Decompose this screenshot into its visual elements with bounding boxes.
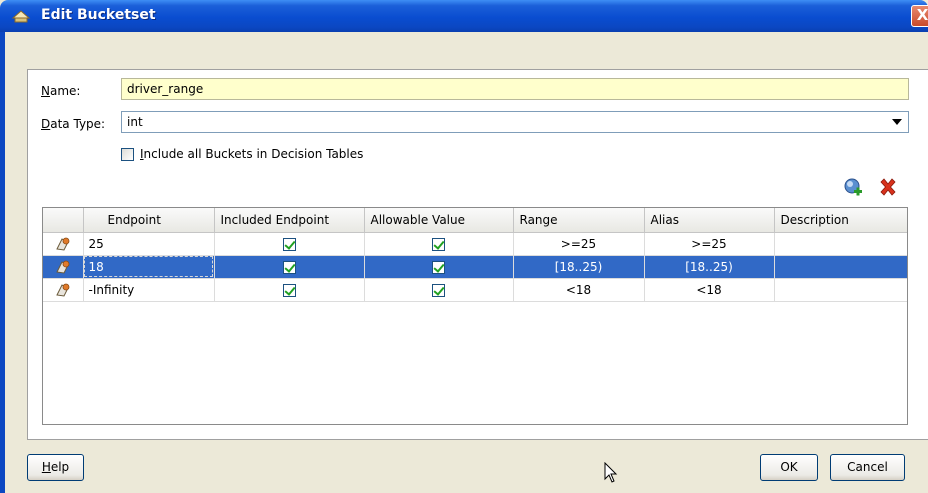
description-cell[interactable] — [774, 278, 907, 302]
include-buckets-label: Include all Buckets in Decision Tables — [140, 147, 364, 161]
included-endpoint-cell[interactable] — [214, 232, 365, 256]
range-cell[interactable]: <18 — [513, 278, 645, 302]
allowable-value-checkbox[interactable] — [432, 260, 445, 274]
table-header-row: Endpoint Included Endpoint Allowable Val… — [43, 208, 907, 233]
include-buckets-checkbox[interactable] — [121, 147, 134, 161]
included-endpoint-checkbox[interactable] — [282, 260, 296, 274]
bucket-row-icon — [55, 260, 70, 274]
allowable-value-cell[interactable] — [364, 232, 514, 256]
bucket-row-icon — [55, 283, 70, 297]
allowable-value-cell[interactable] — [364, 278, 514, 302]
data-type-select[interactable]: int — [121, 111, 909, 133]
ok-button[interactable]: OK — [760, 454, 818, 481]
column-header-allowable-value[interactable]: Allowable Value — [364, 208, 514, 233]
column-header-range[interactable]: Range — [513, 208, 645, 233]
allowable-value-checkbox[interactable] — [432, 283, 445, 297]
table-row[interactable]: 25 >=25 >=25 — [43, 232, 907, 256]
description-cell[interactable] — [774, 232, 907, 256]
help-button[interactable]: Help — [27, 454, 84, 481]
alias-cell[interactable]: <18 — [644, 278, 775, 302]
name-label: Name: — [41, 84, 80, 98]
endpoint-cell[interactable]: 25 — [83, 232, 215, 256]
cancel-button[interactable]: Cancel — [830, 454, 905, 481]
row-icon-header — [43, 208, 84, 233]
delete-bucket-icon[interactable] — [878, 177, 898, 197]
bucket-row-icon — [55, 237, 70, 251]
included-endpoint-checkbox[interactable] — [282, 283, 296, 297]
include-buckets-option[interactable]: Include all Buckets in Decision Tables — [121, 147, 363, 161]
name-label-text: Name: — [41, 84, 81, 98]
chevron-down-icon[interactable] — [892, 119, 902, 125]
table-row[interactable]: -Infinity <18 <18 — [43, 278, 907, 302]
range-cell[interactable]: >=25 — [513, 232, 645, 256]
alias-cell[interactable]: [18..25) — [644, 255, 775, 279]
allowable-value-checkbox[interactable] — [432, 237, 445, 251]
row-handle[interactable] — [43, 255, 84, 279]
alias-cell[interactable]: >=25 — [644, 232, 775, 256]
included-endpoint-checkbox[interactable] — [282, 237, 296, 251]
allowable-value-cell[interactable] — [364, 255, 514, 279]
description-cell[interactable] — [774, 255, 907, 279]
dialog-title: Edit Bucketset — [41, 7, 156, 23]
window-frame — [0, 32, 5, 493]
mouse-cursor-icon — [604, 462, 618, 483]
row-handle[interactable] — [43, 278, 84, 302]
data-type-value: int — [127, 115, 143, 129]
column-header-description[interactable]: Description — [774, 208, 907, 233]
close-button[interactable]: X — [911, 5, 928, 27]
column-header-included-endpoint[interactable]: Included Endpoint — [214, 208, 365, 233]
data-type-label: Data Type: — [41, 117, 106, 131]
name-input[interactable]: driver_range — [121, 78, 909, 100]
buckets-table[interactable]: Endpoint Included Endpoint Allowable Val… — [42, 207, 908, 425]
add-bucket-icon[interactable] — [843, 177, 863, 197]
title-bar[interactable]: Edit Bucketset X — [0, 0, 928, 32]
bucketset-icon — [11, 10, 31, 23]
column-header-endpoint[interactable]: Endpoint — [83, 208, 215, 233]
range-cell[interactable]: [18..25) — [513, 255, 645, 279]
column-header-alias[interactable]: Alias — [644, 208, 775, 233]
endpoint-cell[interactable]: -Infinity — [83, 278, 215, 302]
row-handle[interactable] — [43, 232, 84, 256]
endpoint-cell[interactable]: 18 — [83, 255, 215, 279]
included-endpoint-cell[interactable] — [214, 278, 365, 302]
included-endpoint-cell[interactable] — [214, 255, 365, 279]
table-row-selected[interactable]: 18 [18..25) [18..25) — [43, 255, 907, 279]
